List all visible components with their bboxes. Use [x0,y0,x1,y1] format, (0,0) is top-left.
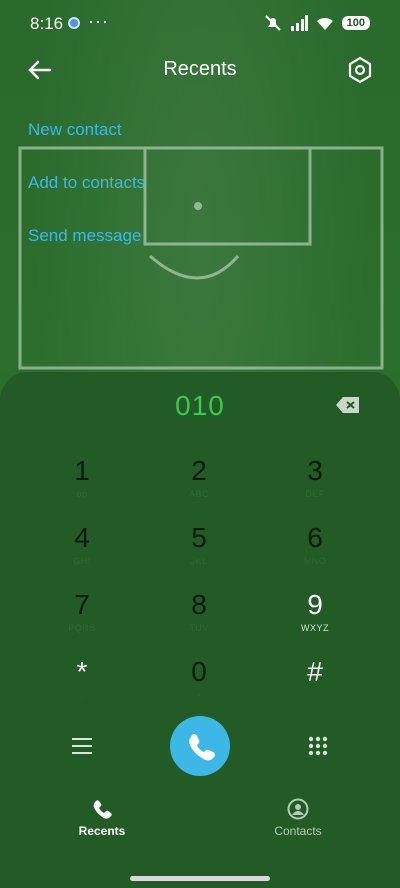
key-hash[interactable]: # [275,656,355,716]
key-letters: oo [76,489,88,499]
key-letters: ABC [188,489,209,499]
status-icons: 100 [264,14,370,32]
key-digit: # [307,656,323,687]
key-9[interactable]: 9 WXYZ [275,589,355,649]
key-6[interactable]: 6 MNO [275,522,355,582]
key-digit: 8 [191,589,207,620]
key-3[interactable]: 3 DEF [275,455,355,515]
key-4[interactable]: 4 GHI [42,522,122,582]
wifi-icon [316,17,333,30]
key-star[interactable]: * , [42,656,122,716]
signal-icon [290,15,308,31]
new-contact-link[interactable]: New contact [28,120,122,140]
call-button[interactable] [170,716,230,776]
page-title: Recents [163,58,237,80]
key-digit: 4 [74,522,90,553]
status-bar: 8:16 ··· 100 [0,0,400,48]
home-indicator[interactable] [130,876,270,881]
nav-contacts[interactable]: Contacts [238,798,358,838]
key-digit: 2 [191,455,207,486]
key-0[interactable]: 0 + [159,656,239,716]
key-digit: 7 [74,589,90,620]
key-digit: 6 [307,522,323,553]
key-letters: TUV [189,623,209,633]
battery-indicator: 100 [341,16,370,30]
app-header: Recents [0,50,400,90]
key-letters: JKL [190,556,208,566]
contacts-icon [287,798,309,820]
send-message-link[interactable]: Send message [28,226,141,246]
key-2[interactable]: 2 ABC [159,455,239,515]
phone-icon [189,733,216,761]
mute-icon [264,15,281,31]
notification-icon [68,17,80,29]
key-letters: MNO [303,556,327,566]
key-1[interactable]: 1 oo [42,455,122,515]
nav-recents[interactable]: Recents [42,798,162,838]
key-digit: 3 [307,455,323,486]
key-letters: , [80,690,84,700]
key-letters: + [196,690,202,700]
key-letters: PQRS [68,623,96,633]
settings-icon[interactable] [344,54,376,86]
key-digit: * [76,656,88,687]
key-digit: 9 [307,589,323,620]
key-letters: DEF [305,489,325,499]
more-notifications-icon: ··· [88,11,109,31]
key-5[interactable]: 5 JKL [159,522,239,582]
add-to-contacts-link[interactable]: Add to contacts [28,173,145,193]
nav-recents-label: Recents [78,824,126,838]
key-digit: 5 [191,522,207,553]
key-7[interactable]: 7 PQRS [42,589,122,649]
key-letters: GHI [73,556,91,566]
key-8[interactable]: 8 TUV [159,589,239,649]
backspace-icon[interactable] [334,394,362,416]
menu-icon[interactable] [66,730,98,762]
status-time: 8:16 [30,14,64,33]
dialpad-icon[interactable] [302,730,334,762]
phone-icon [93,800,112,819]
key-digit: 0 [191,656,207,687]
key-digit: 1 [74,455,90,486]
key-letters: WXYZ [301,623,329,633]
nav-contacts-label: Contacts [274,824,322,838]
